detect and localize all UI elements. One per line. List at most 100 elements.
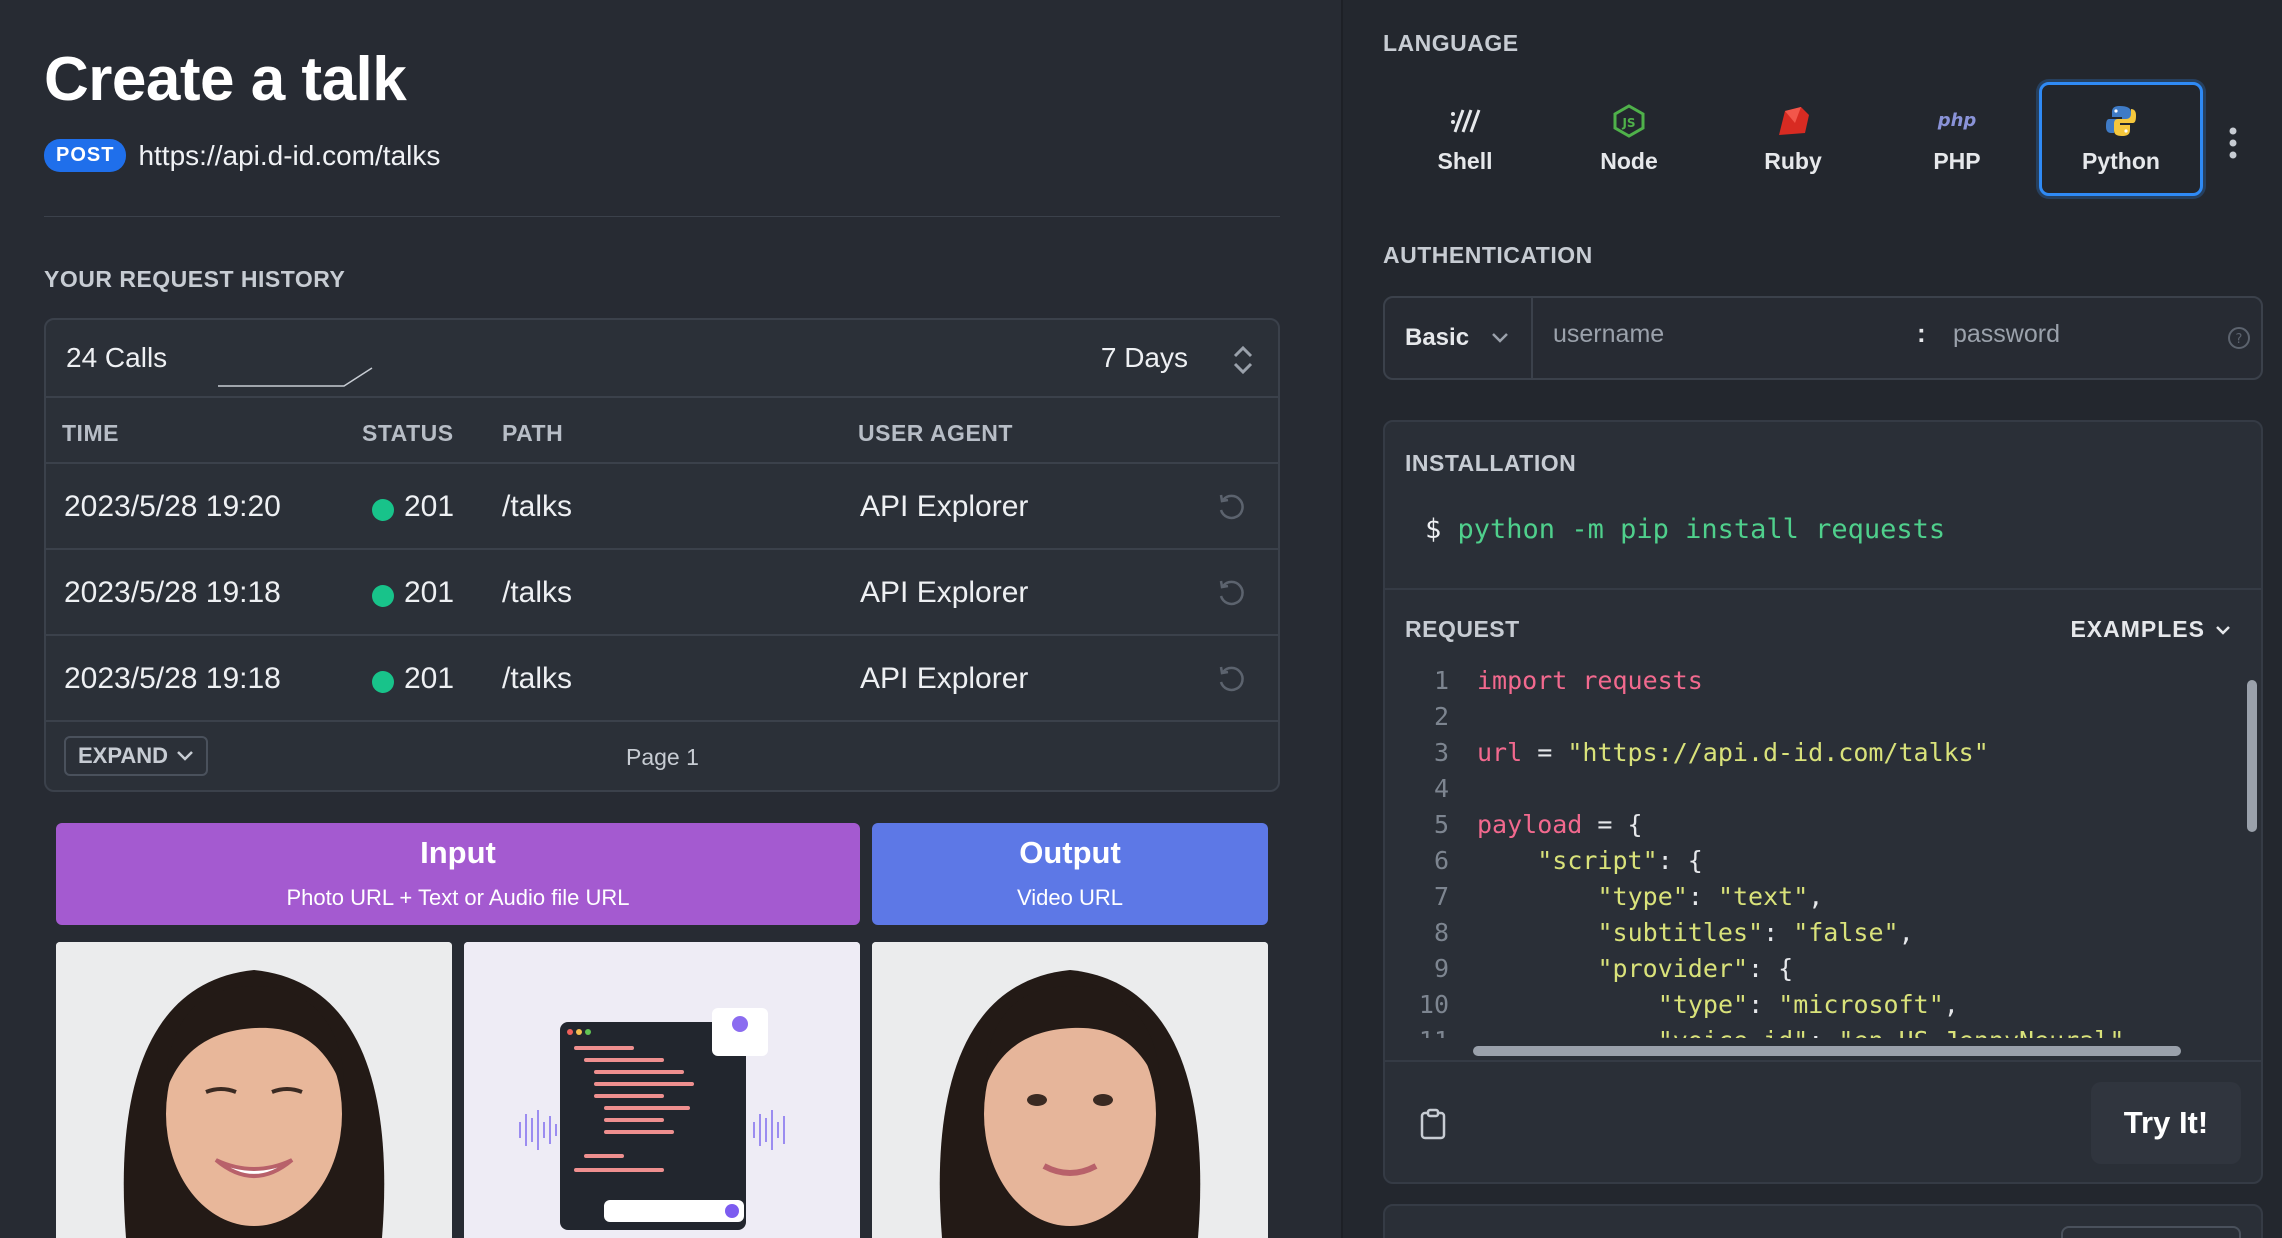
request-header: REQUEST EXAMPLES bbox=[1385, 590, 2261, 666]
status-dot bbox=[372, 585, 394, 607]
replay-icon[interactable] bbox=[1214, 490, 1248, 524]
code-line: 2 bbox=[1385, 702, 2261, 738]
page-indicator: Page 1 bbox=[626, 744, 699, 770]
svg-text:?: ? bbox=[2236, 332, 2243, 347]
try-it-button[interactable]: Try It! bbox=[2091, 1082, 2241, 1164]
line-number: 4 bbox=[1433, 774, 1449, 803]
table-row[interactable]: 2023/5/28 19:20 201 /talks API Explorer bbox=[46, 464, 1278, 550]
code-line: 4 bbox=[1385, 774, 2261, 810]
lang-label: Ruby bbox=[1764, 147, 1822, 174]
row-time: 2023/5/28 19:20 bbox=[64, 490, 281, 523]
password-input[interactable]: password bbox=[1953, 320, 2060, 349]
replay-icon[interactable] bbox=[1214, 576, 1248, 610]
line-number: 10 bbox=[1418, 990, 1449, 1019]
row-status: 201 bbox=[404, 490, 455, 523]
line-number: 3 bbox=[1433, 738, 1449, 767]
row-status: 201 bbox=[404, 662, 455, 695]
replay-icon[interactable] bbox=[1214, 662, 1248, 696]
output-video-frame bbox=[872, 942, 1268, 1238]
code-editor[interactable]: 1 import requests 2 3 url = "https://api.d-i… bbox=[1385, 666, 2261, 1038]
line-number: 5 bbox=[1433, 810, 1449, 839]
install-command: $ python -m pip install requests bbox=[1425, 514, 1945, 545]
lang-python[interactable]: Python bbox=[2039, 82, 2203, 196]
code-line: 6 "script": { bbox=[1385, 846, 2261, 882]
line-number: 7 bbox=[1433, 882, 1449, 911]
code-text: "subtitles": "false", bbox=[1597, 918, 1914, 947]
chevron-down-icon bbox=[2216, 625, 2230, 635]
lang-label: Shell bbox=[1437, 147, 1493, 174]
row-status: 201 bbox=[404, 576, 455, 609]
code-text: payload = { bbox=[1477, 810, 1643, 839]
lang-label: PHP bbox=[1933, 147, 1981, 174]
row-time: 2023/5/28 19:18 bbox=[64, 662, 281, 695]
lang-node[interactable]: JS Node bbox=[1547, 82, 1711, 196]
php-logo-text: php bbox=[1937, 110, 1976, 131]
ruby-icon bbox=[1773, 104, 1813, 138]
table-row[interactable]: 2023/5/28 19:18 201 /talks API Explorer bbox=[46, 550, 1278, 636]
shell-icon bbox=[1445, 104, 1485, 138]
response-examples-button[interactable] bbox=[2061, 1226, 2241, 1238]
username-input[interactable]: username bbox=[1553, 320, 1664, 349]
row-path: /talks bbox=[502, 490, 573, 523]
input-banner: Input Photo URL + Text or Audio file URL bbox=[56, 823, 860, 925]
col-time: TIME bbox=[62, 420, 119, 446]
examples-dropdown[interactable]: EXAMPLES bbox=[2070, 616, 2231, 643]
table-row[interactable]: 2023/5/28 19:18 201 /talks API Explorer bbox=[46, 636, 1278, 722]
language-label: LANGUAGE bbox=[1383, 30, 1519, 56]
code-panel: INSTALLATION $ python -m pip install req… bbox=[1383, 420, 2263, 1184]
left-pane: Create a talk POST https://api.d-id.com/… bbox=[0, 0, 1340, 1238]
calls-count: 24 Calls bbox=[66, 342, 168, 373]
request-footer: Try It! bbox=[1385, 1060, 2261, 1182]
col-status: STATUS bbox=[362, 420, 454, 446]
clipboard-icon[interactable] bbox=[1419, 1108, 1447, 1140]
help-icon[interactable]: ? bbox=[2227, 326, 2251, 350]
examples-label: EXAMPLES bbox=[2070, 616, 2205, 642]
code-text: import requests bbox=[1477, 666, 1703, 695]
portrait-image bbox=[872, 942, 1268, 1238]
authentication-label: AUTHENTICATION bbox=[1383, 242, 1593, 268]
language-picker: Shell JS Node Ruby php PHP Python bbox=[1383, 82, 2203, 196]
range-select[interactable]: 7 Days bbox=[1101, 342, 1188, 374]
horizontal-scrollbar[interactable] bbox=[1473, 1044, 2181, 1058]
auth-type-select[interactable]: Basic bbox=[1385, 298, 1533, 378]
row-path: /talks bbox=[502, 576, 573, 609]
line-number: 1 bbox=[1433, 666, 1449, 695]
shell-prompt: $ bbox=[1425, 514, 1442, 545]
php-icon: php bbox=[1937, 104, 1977, 138]
line-number: 8 bbox=[1433, 918, 1449, 947]
lang-shell[interactable]: Shell bbox=[1383, 82, 1547, 196]
code-line: 10 "type": "microsoft", bbox=[1385, 990, 2261, 1026]
line-number: 11 bbox=[1385, 1026, 1449, 1038]
more-options-icon[interactable] bbox=[2227, 126, 2239, 160]
code-text: "type": "microsoft", bbox=[1657, 990, 1959, 1019]
output-banner: Output Video URL bbox=[872, 823, 1268, 925]
input-photo bbox=[56, 942, 452, 1238]
history-label: YOUR REQUEST HISTORY bbox=[44, 266, 346, 292]
lang-ruby[interactable]: Ruby bbox=[1711, 82, 1875, 196]
code-preview-illustration bbox=[464, 942, 860, 1238]
col-user-agent: USER AGENT bbox=[858, 420, 1013, 446]
history-summary: 24 Calls 7 Days bbox=[46, 320, 1278, 398]
vertical-scrollbar[interactable] bbox=[2245, 680, 2259, 832]
row-time: 2023/5/28 19:18 bbox=[64, 576, 281, 609]
request-label: REQUEST bbox=[1405, 616, 1520, 642]
code-line: 8 "subtitles": "false", bbox=[1385, 918, 2261, 954]
expand-button[interactable]: EXPAND bbox=[64, 736, 209, 776]
status-dot bbox=[372, 671, 394, 693]
code-text: "type": "text", bbox=[1597, 882, 1824, 911]
code-line: 9 "provider": { bbox=[1385, 954, 2261, 990]
chevron-down-icon bbox=[1492, 333, 1508, 343]
node-icon: JS bbox=[1609, 103, 1649, 138]
chevron-updown-icon[interactable] bbox=[1230, 342, 1256, 378]
history-table-header: TIME STATUS PATH USER AGENT bbox=[46, 398, 1278, 464]
lang-php[interactable]: php PHP bbox=[1875, 82, 2039, 196]
code-line: 11 "voice_id": "en-US-JennyNeural" bbox=[1385, 1026, 2261, 1038]
input-title: Input bbox=[420, 835, 496, 870]
svg-text:JS: JS bbox=[1621, 116, 1635, 130]
install-command-text: python -m pip install requests bbox=[1457, 514, 1946, 545]
code-line: 7 "type": "text", bbox=[1385, 882, 2261, 918]
code-line: 5 payload = { bbox=[1385, 810, 2261, 846]
endpoint-url: https://api.d-id.com/talks bbox=[138, 139, 441, 171]
chevron-down-icon bbox=[177, 751, 193, 761]
line-number: 2 bbox=[1433, 702, 1449, 731]
